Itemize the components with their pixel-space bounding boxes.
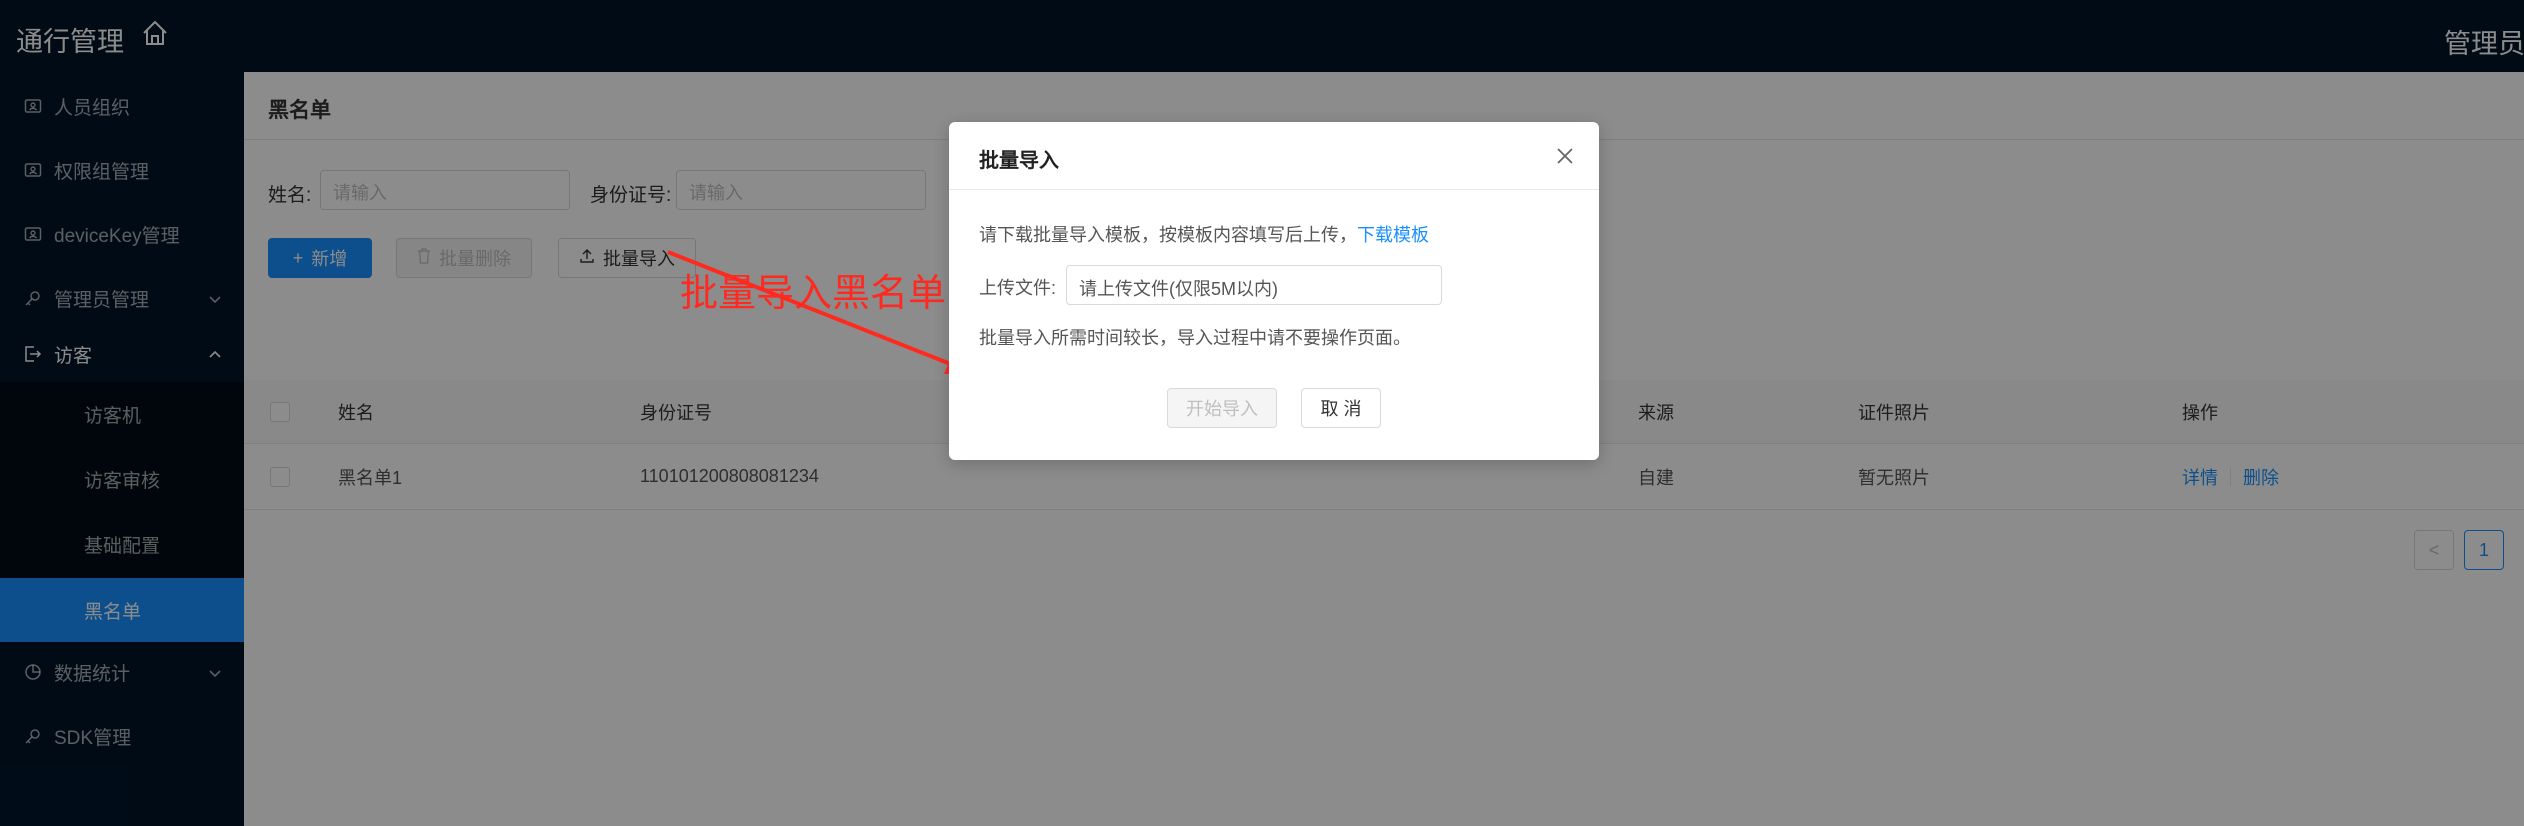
- modal-header: 批量导入: [949, 122, 1599, 190]
- download-template-link[interactable]: 下载模板: [1357, 225, 1429, 245]
- cancel-button[interactable]: 取 消: [1301, 388, 1381, 428]
- upload-label: 上传文件:: [979, 278, 1057, 298]
- modal-note: 批量导入所需时间较长，导入过程中请不要操作页面。: [979, 328, 1411, 348]
- modal-instruction: 请下载批量导入模板，按模板内容填写后上传，下载模板: [979, 221, 1429, 247]
- start-import-button[interactable]: 开始导入: [1167, 388, 1277, 428]
- instruction-text: 请下载批量导入模板，按模板内容填写后上传，: [979, 225, 1357, 245]
- modal-title: 批量导入: [979, 150, 1059, 172]
- upload-file-input[interactable]: 请上传文件(仅限5M以内): [1066, 265, 1442, 305]
- close-icon[interactable]: [1555, 146, 1575, 166]
- batch-import-modal: 批量导入 请下载批量导入模板，按模板内容填写后上传，下载模板 上传文件: 请上传…: [949, 122, 1599, 460]
- annotation-label: 批量导入黑名单: [680, 271, 947, 315]
